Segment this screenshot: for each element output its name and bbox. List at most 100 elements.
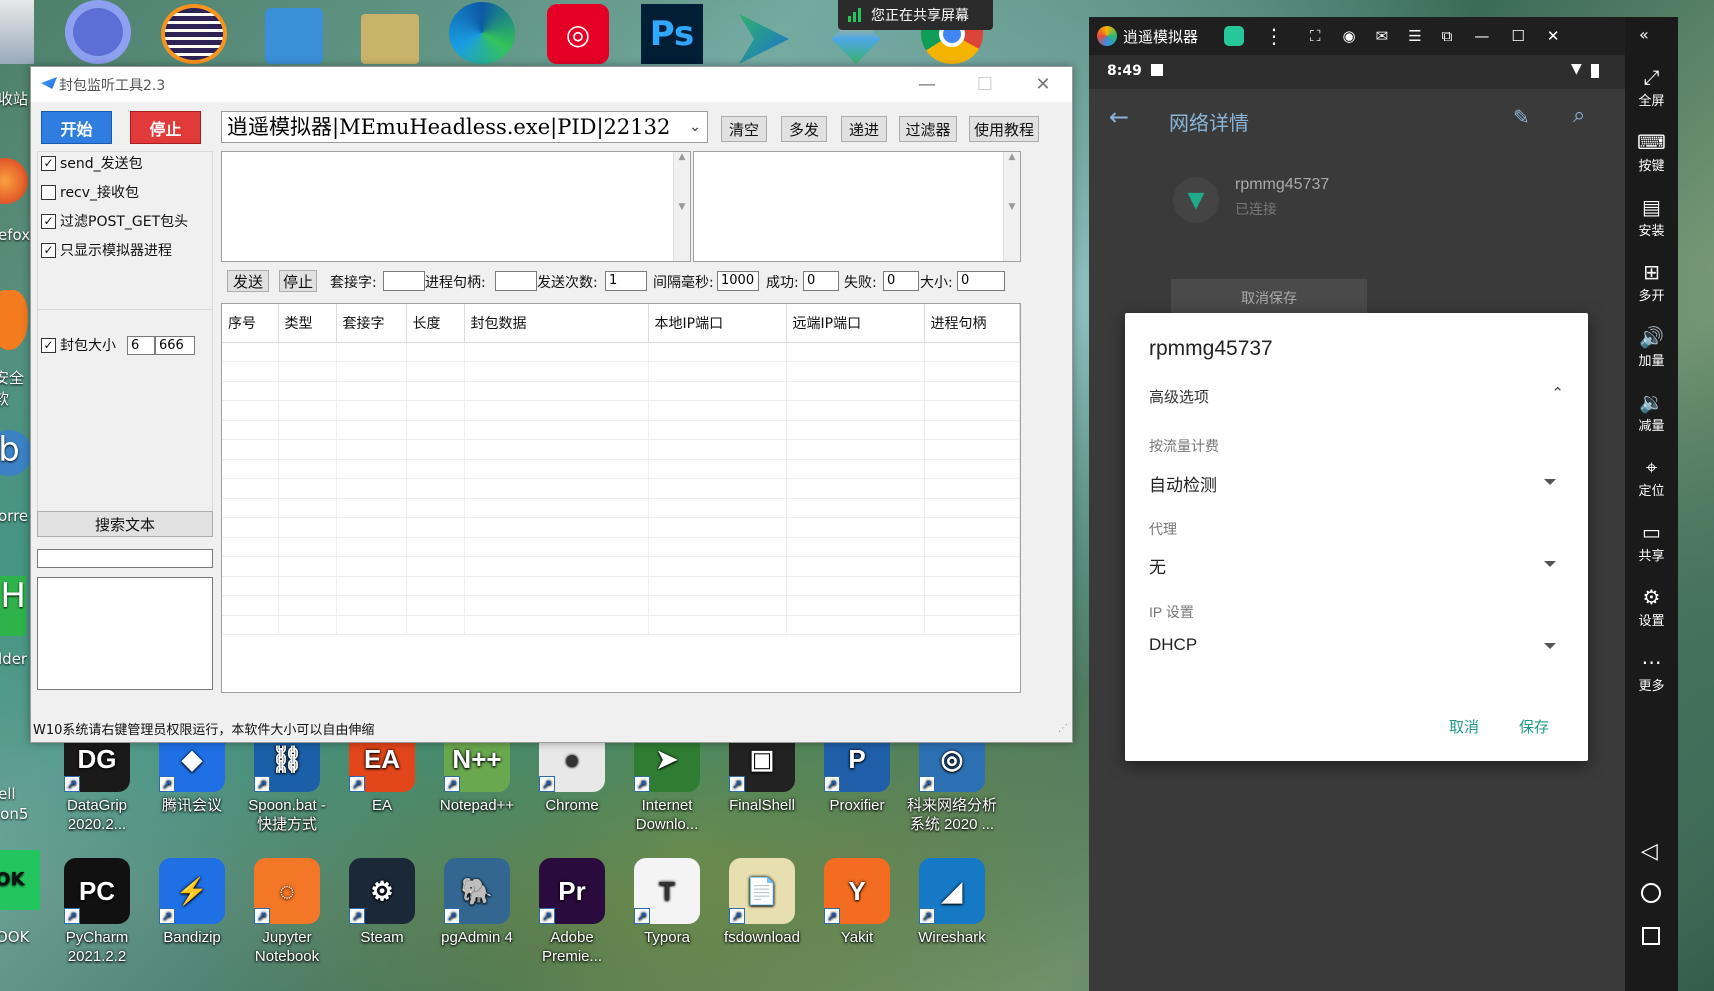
minimize-button[interactable]: — bbox=[898, 74, 956, 95]
security-icon[interactable] bbox=[0, 290, 28, 350]
column-header[interactable]: 套接字 bbox=[336, 304, 407, 343]
table-row[interactable] bbox=[222, 498, 1020, 518]
table-row[interactable] bbox=[222, 342, 1020, 362]
app-badge-icon[interactable] bbox=[1224, 26, 1245, 46]
scrollbar[interactable]: ▲ ▼ bbox=[673, 152, 690, 261]
browser-icon[interactable] bbox=[62, 0, 134, 64]
table-row[interactable] bbox=[222, 459, 1020, 479]
scrollbar[interactable]: ▲ ▼ bbox=[1003, 152, 1020, 261]
send-button[interactable]: 发送 bbox=[227, 270, 269, 292]
sidebar-item[interactable]: 🔊 加量 bbox=[1625, 324, 1678, 369]
filter-button[interactable]: 过滤器 bbox=[899, 116, 957, 142]
proxy-dropdown[interactable]: 无 bbox=[1149, 553, 1564, 581]
table-row[interactable] bbox=[222, 556, 1020, 577]
recv-checkbox[interactable]: recv_接收包 bbox=[41, 182, 139, 202]
handle-input[interactable] bbox=[495, 271, 537, 291]
gitbook-icon[interactable]: OOK bbox=[0, 850, 40, 910]
screenshot-icon[interactable]: ⛶ bbox=[1310, 27, 1321, 45]
interval-input[interactable]: 1000 bbox=[717, 271, 759, 291]
android-recents-icon[interactable] bbox=[1642, 927, 1660, 945]
eclipse-icon[interactable] bbox=[158, 0, 230, 64]
table-row[interactable] bbox=[222, 517, 1020, 538]
table-row[interactable] bbox=[222, 576, 1020, 596]
android-home-icon[interactable] bbox=[1641, 883, 1661, 903]
send-checkbox[interactable]: ✓ send_发送包 bbox=[41, 153, 143, 173]
table-row[interactable] bbox=[222, 400, 1020, 421]
multi-send-button[interactable]: 多发 bbox=[781, 116, 827, 142]
table-row[interactable] bbox=[222, 439, 1020, 460]
mail-icon[interactable]: ✉ bbox=[1376, 27, 1389, 45]
search-icon[interactable]: ⌕ bbox=[1573, 103, 1585, 128]
column-header[interactable]: 进程句柄 bbox=[924, 304, 1020, 343]
close-button[interactable]: ✕ bbox=[1014, 74, 1072, 95]
dialog-save-button[interactable]: 保存 bbox=[1519, 716, 1549, 737]
size-max-input[interactable]: 666 bbox=[155, 336, 195, 355]
process-select[interactable]: 逍遥模拟器|MEmuHeadless.exe|PID|22132 ⌄ bbox=[221, 111, 708, 143]
desktop-icon[interactable]: 🐘 ↗ pgAdmin 4 bbox=[429, 858, 525, 947]
app-icon[interactable] bbox=[258, 0, 330, 64]
column-header[interactable]: 序号 bbox=[222, 304, 279, 343]
ip-dropdown[interactable]: DHCP bbox=[1149, 635, 1564, 663]
stop-send-button[interactable]: 停止 bbox=[279, 270, 317, 292]
qbittorrent-icon[interactable]: b bbox=[0, 430, 32, 476]
column-header[interactable]: 远端IP端口 bbox=[786, 304, 925, 343]
app-arrow-icon[interactable] bbox=[728, 0, 800, 64]
table-row[interactable] bbox=[222, 595, 1020, 616]
maximize-icon[interactable]: ☐ bbox=[1511, 27, 1524, 45]
filter-header-checkbox[interactable]: ✓ 过滤POST_GET包头 bbox=[41, 211, 188, 231]
dropdown-arrow-icon[interactable] bbox=[1544, 561, 1556, 567]
chevron-up-icon[interactable]: ⌃ bbox=[1551, 384, 1564, 402]
edit-icon[interactable]: ✎ bbox=[1513, 105, 1530, 129]
checkbox-box[interactable]: ✓ bbox=[41, 213, 56, 229]
hbuilder-icon[interactable]: H bbox=[0, 576, 26, 636]
count-input[interactable]: 1 bbox=[605, 271, 647, 291]
column-header[interactable]: 类型 bbox=[278, 304, 337, 343]
advanced-options-toggle[interactable]: 高级选项 ⌃ bbox=[1149, 384, 1564, 410]
table-row[interactable] bbox=[222, 381, 1020, 401]
minimize-icon[interactable]: — bbox=[1474, 27, 1489, 45]
netease-music-icon[interactable]: ◎ bbox=[542, 0, 614, 64]
column-header[interactable]: 封包数据 bbox=[464, 304, 649, 343]
sidebar-item[interactable]: ▭ 共享 bbox=[1625, 519, 1678, 564]
firefox-icon[interactable] bbox=[0, 158, 28, 204]
search-result-box[interactable] bbox=[37, 577, 213, 690]
desktop-icon[interactable]: ⚡ ↗ Bandizip bbox=[144, 858, 240, 947]
photoshop-icon[interactable]: Ps bbox=[636, 0, 708, 64]
recycle-bin-icon[interactable] bbox=[0, 0, 34, 64]
start-button[interactable]: 开始 bbox=[41, 111, 112, 144]
packet-table[interactable]: 序号 类型 套接字 长度 封包数据 本地IP端口 远端IP端口 进程句柄 bbox=[221, 303, 1021, 693]
success-input[interactable]: 0 bbox=[803, 271, 839, 291]
desktop-icon[interactable]: ◢ ↗ Wireshark bbox=[904, 858, 1000, 947]
sidebar-item[interactable]: ⚙ 设置 bbox=[1625, 584, 1678, 629]
desktop-icon[interactable]: ◌ ↗ Jupyter Notebook bbox=[239, 858, 335, 966]
table-row[interactable] bbox=[222, 420, 1020, 440]
fail-input[interactable]: 0 bbox=[883, 271, 919, 291]
desktop-icon[interactable]: 📄 ↗ fsdownload bbox=[714, 858, 810, 947]
chevron-down-icon[interactable]: ⌄ bbox=[689, 112, 701, 142]
emulator-only-checkbox[interactable]: ✓ 只显示模拟器进程 bbox=[41, 240, 172, 260]
desktop-icon[interactable]: Pr ↗ Adobe Premie... bbox=[524, 858, 620, 966]
hamburger-icon[interactable]: ☰ bbox=[1408, 27, 1421, 45]
sidebar-item[interactable]: ⤢ 全屏 bbox=[1625, 64, 1678, 109]
clear-button[interactable]: 清空 bbox=[721, 116, 767, 142]
column-header[interactable]: 长度 bbox=[406, 304, 465, 343]
mail-app-icon[interactable] bbox=[354, 0, 426, 64]
packet-hex-view[interactable]: ▲ ▼ bbox=[221, 151, 691, 262]
table-row[interactable] bbox=[222, 478, 1020, 499]
table-row[interactable] bbox=[222, 615, 1020, 635]
desktop-icon[interactable]: T ↗ Typora bbox=[619, 858, 715, 947]
table-row[interactable] bbox=[222, 537, 1020, 557]
size-min-input[interactable]: 6 bbox=[127, 336, 155, 355]
checkbox-box[interactable]: ✓ bbox=[41, 155, 56, 171]
checkbox-box[interactable]: ✓ bbox=[41, 242, 56, 258]
back-arrow-icon[interactable]: ← bbox=[1109, 103, 1129, 131]
collapse-sidebar-icon[interactable]: « bbox=[1639, 25, 1649, 44]
search-text-button[interactable]: 搜索文本 bbox=[37, 511, 213, 537]
desktop-icon[interactable]: Y ↗ Yakit bbox=[809, 858, 905, 947]
menu-dots-icon[interactable]: ⋮ bbox=[1264, 24, 1284, 48]
table-row[interactable] bbox=[222, 361, 1020, 382]
desktop-icon[interactable]: PC ↗ PyCharm 2021.2.2 bbox=[49, 858, 145, 966]
dropdown-arrow-icon[interactable] bbox=[1544, 643, 1556, 649]
resize-grip-icon[interactable]: ⋰ bbox=[1058, 718, 1068, 740]
sidebar-item[interactable]: ▤ 安装 bbox=[1625, 194, 1678, 239]
